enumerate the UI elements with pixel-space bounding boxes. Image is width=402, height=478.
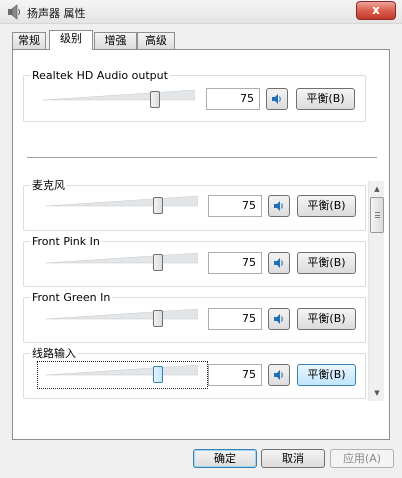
speaker-icon [274,370,283,380]
speaker-icon [8,4,20,20]
separator [27,157,377,159]
tab-levels[interactable]: 级别 [49,30,93,50]
ok-button[interactable]: 确定 [193,449,257,468]
volume-wedge [46,364,198,376]
channel-balance-button[interactable]: 平衡(B) [297,308,356,330]
tab-enhancements[interactable]: 增强 [94,32,137,49]
channel-label: Front Green In [30,291,113,304]
title-bar: 扬声器 属性 x [0,0,402,24]
channel-volume-value[interactable]: 75 [208,364,262,386]
scroll-down-arrow-icon[interactable]: ▼ [369,385,385,401]
channel-volume-slider[interactable] [46,363,198,385]
channel-balance-button[interactable]: 平衡(B) [297,364,356,386]
channel-group-microphone: 麦克风 75 平衡(B) [23,179,366,231]
levels-panel: Realtek HD Audio output 75 平衡(B) 麦克风 75 [12,49,390,440]
volume-wedge [46,252,198,264]
scroll-thumb[interactable] [370,197,384,233]
slider-thumb[interactable] [153,254,163,271]
output-mute-button[interactable] [266,88,288,110]
channel-label: 麦克风 [30,179,67,192]
channel-group-front-pink: Front Pink In 75 平衡(B) [23,235,366,287]
slider-thumb[interactable] [153,310,163,327]
output-volume-value[interactable]: 75 [206,88,260,110]
tab-general[interactable]: 常规 [12,32,46,49]
slider-thumb[interactable] [150,91,160,108]
volume-wedge [43,89,195,101]
grip-icon [375,212,380,218]
channel-volume-value[interactable]: 75 [208,308,262,330]
apply-button: 应用(A) [330,449,394,468]
output-volume-slider[interactable] [43,88,195,110]
scroll-up-arrow-icon[interactable]: ▲ [369,181,385,197]
channel-group-front-green: Front Green In 75 平衡(B) [23,291,366,343]
slider-thumb[interactable] [153,366,163,383]
speaker-icon [274,314,283,324]
channel-mute-button[interactable] [268,195,290,217]
channel-volume-value[interactable]: 75 [208,252,262,274]
tab-advanced[interactable]: 高级 [137,32,175,49]
volume-wedge [46,308,198,320]
output-label: Realtek HD Audio output [30,69,170,82]
channel-volume-slider[interactable] [46,194,198,216]
channel-label: 线路输入 [30,347,78,360]
speaker-icon [272,94,281,104]
cancel-button[interactable]: 取消 [261,449,325,468]
speaker-icon [274,258,283,268]
channel-volume-slider[interactable] [46,251,198,273]
close-button[interactable]: x [356,1,396,20]
channel-mute-button[interactable] [268,308,290,330]
vertical-scrollbar[interactable]: ▲ ▼ [368,181,384,401]
window-title: 扬声器 属性 [27,7,86,20]
channel-volume-slider[interactable] [46,307,198,329]
channel-balance-button[interactable]: 平衡(B) [297,252,356,274]
output-group: Realtek HD Audio output 75 平衡(B) [23,69,366,122]
channel-mute-button[interactable] [268,252,290,274]
channel-volume-value[interactable]: 75 [208,195,262,217]
slider-thumb[interactable] [153,197,163,214]
channel-balance-button[interactable]: 平衡(B) [297,195,356,217]
volume-wedge [46,195,198,207]
output-balance-button[interactable]: 平衡(B) [296,88,355,110]
channel-label: Front Pink In [30,235,102,248]
channel-group-line-in: 线路输入 75 平衡(B) [23,347,366,399]
channel-mute-button[interactable] [268,364,290,386]
speaker-icon [274,201,283,211]
